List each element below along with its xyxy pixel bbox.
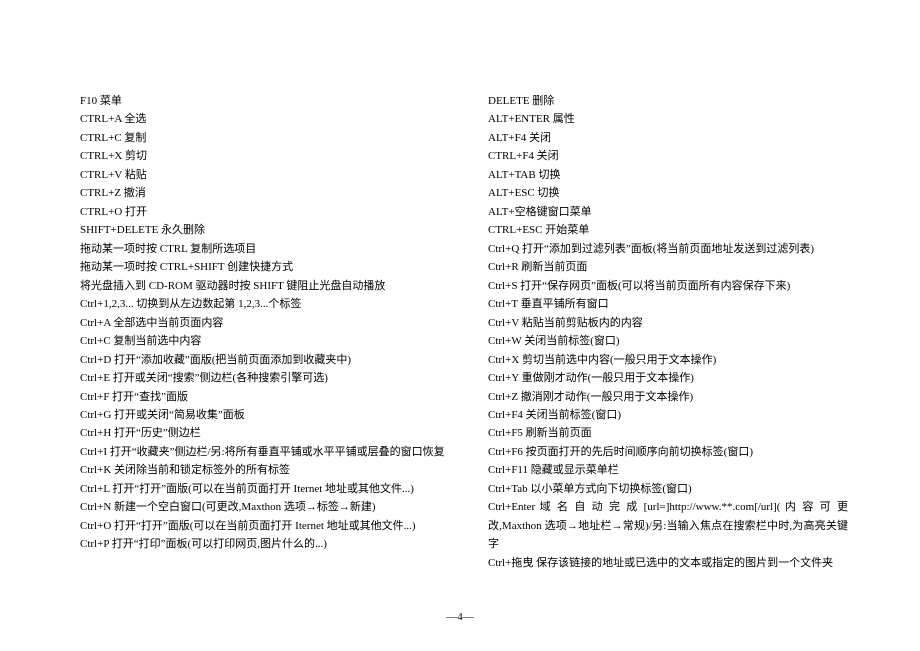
shortcut-line: SHIFT+DELETE 永久删除	[80, 221, 460, 239]
shortcut-line: CTRL+F4 关闭	[488, 147, 848, 165]
shortcut-line: Ctrl+W 关闭当前标签(窗口)	[488, 332, 848, 350]
shortcut-line: Ctrl+E 打开或关闭“搜索”侧边栏(各种搜索引擎可选)	[80, 369, 460, 387]
shortcut-line: Ctrl+A 全部选中当前页面内容	[80, 314, 460, 332]
shortcut-line: ALT+TAB 切换	[488, 166, 848, 184]
shortcut-line: 拖动某一项时按 CTRL+SHIFT 创建快捷方式	[80, 258, 460, 276]
right-column: DELETE 删除ALT+ENTER 属性ALT+F4 关闭CTRL+F4 关闭…	[488, 92, 848, 572]
shortcut-line: Ctrl+P 打开“打印”面板(可以打印网页,图片什么的...)	[80, 535, 460, 553]
shortcut-line: Ctrl+G 打开或关闭“简易收集”面板	[80, 406, 460, 424]
shortcut-line: Ctrl+S 打开“保存网页”面板(可以将当前页面所有内容保存下来)	[488, 277, 848, 295]
shortcut-line: Ctrl+F5 刷新当前页面	[488, 424, 848, 442]
shortcut-line: Ctrl+F4 关闭当前标签(窗口)	[488, 406, 848, 424]
shortcut-line: CTRL+C 复制	[80, 129, 460, 147]
shortcut-line: Ctrl+Tab 以小菜单方式向下切换标签(窗口)	[488, 480, 848, 498]
shortcut-line: ALT+空格键窗口菜单	[488, 203, 848, 221]
shortcut-line: Ctrl+O 打开“打开”面版(可以在当前页面打开 Iternet 地址或其他文…	[80, 517, 460, 535]
shortcut-line: Ctrl+I 打开“收藏夹”侧边栏/另:将所有垂直平铺或水平平铺或层叠的窗口恢复	[80, 443, 460, 461]
shortcut-line: CTRL+X 剪切	[80, 147, 460, 165]
shortcut-line: Ctrl+D 打开“添加收藏”面版(把当前页面添加到收藏夹中)	[80, 351, 460, 369]
document-page: F10 菜单CTRL+A 全选CTRL+C 复制CTRL+X 剪切CTRL+V …	[0, 0, 920, 572]
shortcut-line: Ctrl+F 打开“查找”面版	[80, 388, 460, 406]
shortcut-line: Ctrl+1,2,3... 切换到从左边数起第 1,2,3...个标签	[80, 295, 460, 313]
shortcut-line: CTRL+O 打开	[80, 203, 460, 221]
shortcut-line: Ctrl+X 剪切当前选中内容(一般只用于文本操作)	[488, 351, 848, 369]
shortcut-line: ALT+ENTER 属性	[488, 110, 848, 128]
shortcut-line: Ctrl+H 打开“历史”侧边栏	[80, 424, 460, 442]
shortcut-line: ALT+ESC 切换	[488, 184, 848, 202]
shortcut-line: Ctrl+L 打开“打开”面版(可以在当前页面打开 Iternet 地址或其他文…	[80, 480, 460, 498]
page-number: —4—	[0, 611, 920, 623]
shortcut-line: Ctrl+拖曳 保存该链接的地址或已选中的文本或指定的图片到一个文件夹	[488, 554, 848, 572]
shortcut-line: Ctrl+F6 按页面打开的先后时间顺序向前切换标签(窗口)	[488, 443, 848, 461]
shortcut-line: CTRL+ESC 开始菜单	[488, 221, 848, 239]
shortcut-line: ALT+F4 关闭	[488, 129, 848, 147]
shortcut-line: Ctrl+V 粘贴当前剪贴板内的内容	[488, 314, 848, 332]
shortcut-line: Ctrl+R 刷新当前页面	[488, 258, 848, 276]
shortcut-line: Ctrl+C 复制当前选中内容	[80, 332, 460, 350]
shortcut-line: CTRL+Z 撤消	[80, 184, 460, 202]
shortcut-line: Ctrl+T 垂直平铺所有窗口	[488, 295, 848, 313]
shortcut-line: Ctrl+Y 重做刚才动作(一般只用于文本操作)	[488, 369, 848, 387]
shortcut-line: Ctrl+Enter 域 名 自 动 完 成 [url=]http://www.…	[488, 498, 848, 553]
left-column: F10 菜单CTRL+A 全选CTRL+C 复制CTRL+X 剪切CTRL+V …	[80, 92, 460, 572]
shortcut-line: 将光盘插入到 CD-ROM 驱动器时按 SHIFT 键阻止光盘自动播放	[80, 277, 460, 295]
shortcut-line: CTRL+V 粘贴	[80, 166, 460, 184]
shortcut-line: Ctrl+F11 隐藏或显示菜单栏	[488, 461, 848, 479]
shortcut-line: Ctrl+Q 打开“添加到过滤列表”面板(将当前页面地址发送到过滤列表)	[488, 240, 848, 258]
shortcut-line: 拖动某一项时按 CTRL 复制所选项目	[80, 240, 460, 258]
shortcut-line: Ctrl+Z 撤消刚才动作(一般只用于文本操作)	[488, 388, 848, 406]
shortcut-line: Ctrl+N 新建一个空白窗口(可更改,Maxthon 选项→标签→新建)	[80, 498, 460, 516]
shortcut-line: Ctrl+K 关闭除当前和锁定标签外的所有标签	[80, 461, 460, 479]
shortcut-line: DELETE 删除	[488, 92, 848, 110]
shortcut-line: CTRL+A 全选	[80, 110, 460, 128]
shortcut-line: F10 菜单	[80, 92, 460, 110]
